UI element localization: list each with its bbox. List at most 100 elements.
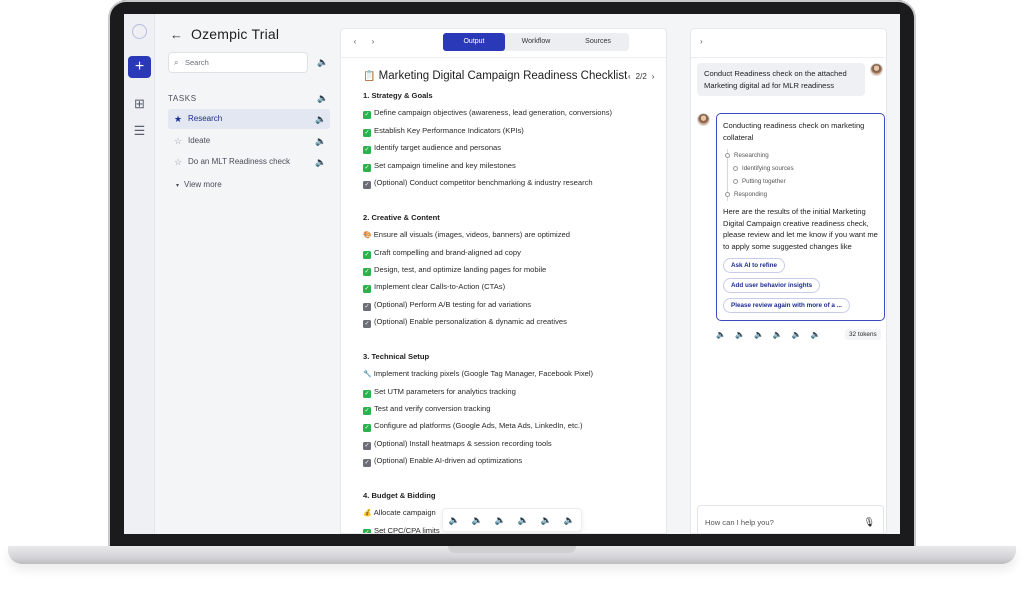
- view-more-link[interactable]: ▾ View more: [176, 180, 222, 189]
- task-item-research[interactable]: ★ Research: [168, 109, 330, 129]
- checklist-item-text: Allocate campaign: [373, 508, 436, 518]
- checklist-item-text: Implement clear Calls-to-Action (CTAs): [374, 282, 506, 292]
- chevron-left-icon[interactable]: ‹: [628, 72, 631, 81]
- speaker-icon[interactable]: 🔈: [518, 515, 529, 526]
- speaker-icon[interactable]: 🔈: [773, 330, 783, 339]
- checklist-item: ✓ Set campaign timeline and key milestone…: [363, 157, 663, 174]
- checklist-item-text: (Optional) Enable personalization & dyna…: [374, 317, 567, 327]
- chat-panel: › Conduct Readiness check on the attache…: [690, 28, 887, 534]
- new-chat-button[interactable]: +: [128, 56, 151, 78]
- speaker-icon[interactable]: 🔈: [317, 93, 328, 104]
- grid-icon[interactable]: ⊞: [132, 96, 147, 111]
- checklist-item: ✓ (Optional) Conduct competitor benchmark…: [363, 174, 663, 191]
- tab-sources[interactable]: Sources: [567, 33, 629, 51]
- speaker-icon[interactable]: 🔈: [564, 515, 575, 526]
- progress-steps: Researching Identifying sources Putting …: [725, 149, 878, 202]
- speaker-icon[interactable]: 🔈: [472, 515, 483, 526]
- palette-icon: 🎨: [363, 232, 372, 240]
- checklist-item-text: Set UTM parameters for analytics trackin…: [374, 386, 516, 396]
- speaker-icon[interactable]: 🔈: [716, 330, 726, 339]
- suggestion-chip[interactable]: Ask AI to refine: [723, 257, 785, 273]
- chevron-right-icon[interactable]: ›: [700, 37, 703, 46]
- wrench-icon: 🔧: [363, 371, 372, 379]
- tab-workflow[interactable]: Workflow: [505, 33, 567, 51]
- step-dot: [725, 192, 730, 198]
- step-label: Putting together: [742, 178, 786, 186]
- assistant-avatar: [697, 113, 710, 126]
- step-dot: [733, 179, 738, 185]
- checklist-item: ✓ Identify target audience and personas: [363, 139, 663, 156]
- checklist-item-text: (Optional) Conduct competitor benchmarki…: [374, 177, 593, 187]
- list-icon[interactable]: ☰: [132, 123, 147, 138]
- tab-output[interactable]: Output: [443, 33, 505, 51]
- view-more-label: View more: [184, 180, 222, 189]
- check-icon: ✓: [363, 407, 371, 416]
- optional-check-icon: ✓: [363, 180, 371, 189]
- checklist-item-text: Configure ad platforms (Google Ads, Meta…: [374, 421, 583, 431]
- checklist-body: 1. Strategy & Goals ✓ Define campaign obje…: [363, 87, 663, 533]
- optional-check-icon: ✓: [363, 441, 371, 450]
- check-icon: ✓: [363, 128, 371, 137]
- check-icon: ✓: [363, 250, 371, 259]
- optional-check-icon: ✓: [363, 302, 371, 311]
- speaker-icon[interactable]: 🔈: [811, 330, 821, 339]
- search-placeholder: Search: [185, 58, 209, 67]
- checklist-item: ✓ (Optional) Enable personalization & dyn…: [363, 313, 663, 330]
- chevron-right-icon[interactable]: ›: [652, 72, 655, 81]
- checklist-item-text: Implement tracking pixels (Google Tag Ma…: [373, 369, 594, 379]
- microphone-icon[interactable]: 🎙: [864, 506, 875, 533]
- speaker-icon[interactable]: 🔈: [315, 136, 326, 147]
- step-dot: [733, 166, 738, 172]
- doc-nav: ‹ ›: [349, 36, 379, 48]
- icon-rail: + ⊞ ☰: [124, 14, 155, 534]
- task-item-ideate[interactable]: ☆ Ideate: [168, 131, 330, 151]
- check-icon: ✓: [363, 424, 371, 433]
- doc-title: 📋 Marketing Digital Campaign Readiness C…: [363, 70, 627, 82]
- token-count: 32 tokens: [845, 329, 881, 340]
- checklist-item-text: Test and verify conversion tracking: [374, 404, 491, 414]
- step-label: Researching: [734, 152, 769, 160]
- suggestion-chip[interactable]: Please review again with more of a ...: [723, 297, 850, 313]
- speaker-icon[interactable]: 🔈: [449, 515, 460, 526]
- user-avatar: [870, 63, 883, 76]
- checklist-item-text: Define campaign objectives (awareness, l…: [374, 108, 613, 118]
- chevron-left-icon[interactable]: ‹: [349, 36, 361, 48]
- app-screen: + ⊞ ☰ ← Ozempic Trial ⌕ Search 🔈 TASKS 🔈…: [124, 14, 900, 534]
- step-dot: [725, 153, 730, 159]
- speaker-icon[interactable]: 🔈: [754, 330, 764, 339]
- task-label: Ideate: [188, 136, 211, 145]
- speaker-icon[interactable]: 🔈: [735, 330, 745, 339]
- section-heading: 4. Budget & Bidding: [363, 490, 436, 500]
- speaker-icon[interactable]: 🔈: [317, 57, 328, 68]
- speaker-icon[interactable]: 🔈: [792, 330, 802, 339]
- search-input[interactable]: ⌕ Search: [168, 52, 308, 73]
- chevron-right-icon[interactable]: ›: [367, 36, 379, 48]
- chevron-down-icon: ▾: [176, 183, 180, 189]
- laptop-notch: [448, 546, 576, 553]
- speaker-icon[interactable]: 🔈: [541, 515, 552, 526]
- checklist-item-text: (Optional) Enable AI-driven ad optimizat…: [374, 456, 523, 466]
- speaker-icon[interactable]: 🔈: [495, 515, 506, 526]
- project-header: ← Ozempic Trial: [170, 26, 279, 42]
- check-icon: ✓: [363, 146, 371, 155]
- check-icon: ✓: [363, 389, 371, 398]
- section-heading: 2. Creative & Content: [363, 212, 440, 222]
- checklist-item: ✓ (Optional) Install heatmaps & session r…: [363, 435, 663, 452]
- step-item: Responding: [725, 188, 878, 201]
- suggestion-chip[interactable]: Add user behavior insights: [723, 277, 821, 293]
- back-arrow-icon[interactable]: ←: [170, 27, 183, 42]
- task-item-mlt-readiness[interactable]: ☆ Do an MLT Readiness check: [168, 152, 330, 172]
- assistant-heading: Conducting readiness check on marketing …: [723, 121, 865, 142]
- star-filled-icon: ★: [174, 114, 183, 124]
- chat-input[interactable]: How can I help you? 🎙: [697, 505, 884, 533]
- star-outline-icon: ☆: [174, 136, 183, 146]
- checklist-item-text: Set campaign timeline and key milestones: [374, 160, 516, 170]
- speaker-icon[interactable]: 🔈: [315, 157, 326, 168]
- speaker-icon[interactable]: 🔈: [315, 114, 326, 125]
- user-message: Conduct Readiness check on the attached …: [697, 63, 865, 97]
- checklist-item: ✓ Implement clear Calls-to-Action (CTAs): [363, 278, 663, 295]
- optional-check-icon: ✓: [363, 459, 371, 468]
- checklist-item: ✓ (Optional) Enable AI-driven ad optimiza…: [363, 452, 663, 469]
